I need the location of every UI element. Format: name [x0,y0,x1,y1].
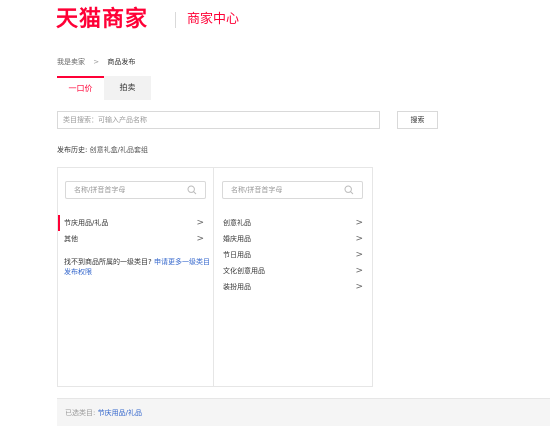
breadcrumb: 我是卖家 > 商品发布 [57,57,135,67]
category-item-costume-supplies[interactable]: 装扮用品 > [215,279,372,295]
breadcrumb-current: 商品发布 [107,58,136,66]
category-item-holiday-supplies[interactable]: 节日用品 > [215,247,372,263]
tab-auction[interactable]: 拍卖 [104,76,151,100]
selected-category-value: 节庆用品/礼品 [97,409,142,417]
category-item-label: 婚庆用品 [223,235,251,243]
publish-history-label: 发布历史: [57,146,88,154]
chevron-right-icon: > [355,218,363,228]
category-search-input[interactable]: 类目搜索：可输入产品名称 [57,111,380,129]
missing-category-text: 找不到商品所属的一级类目? [64,258,152,266]
tmall-merchant-logo[interactable]: 天猫商家 [56,6,148,34]
category-item-label: 节日用品 [223,251,251,259]
category-item-festive-gifts[interactable]: 节庆用品/礼品 > [58,215,213,231]
missing-category-hint: 找不到商品所属的一级类目? 申请更多一级类目发布权限 [64,257,212,277]
publish-type-tabs: 一口价 拍卖 [57,76,151,100]
search-icon [344,185,354,195]
category-item-wedding-supplies[interactable]: 婚庆用品 > [215,231,372,247]
chevron-right-icon: > [196,218,204,228]
level2-category-list: 创意礼品 > 婚庆用品 > 节日用品 > 文化创意用品 > 装扮用品 > [215,215,372,295]
level2-filter-placeholder: 名称/拼音首字母 [231,186,283,194]
breadcrumb-separator-icon: > [93,58,100,66]
selected-category-bar: 已选类目: 节庆用品/礼品 [57,398,550,426]
category-level1-column: 名称/拼音首字母 节庆用品/礼品 > 其他 > 找不到商品所属的一级类目? 申请… [58,168,214,386]
category-item-label: 装扮用品 [223,283,251,291]
level1-filter-input[interactable]: 名称/拼音首字母 [65,181,206,199]
header-divider [175,12,176,28]
publish-history-link[interactable]: 创意礼盒/礼品套组 [90,146,148,154]
chevron-right-icon: > [355,266,363,276]
search-button[interactable]: 搜索 [397,111,438,129]
level1-filter-placeholder: 名称/拼音首字母 [74,186,126,194]
tab-fixed-price[interactable]: 一口价 [57,76,104,100]
chevron-right-icon: > [355,250,363,260]
category-item-creative-gifts[interactable]: 创意礼品 > [215,215,372,231]
chevron-right-icon: > [355,234,363,244]
category-item-label: 创意礼品 [223,219,251,227]
category-selector-panel: 名称/拼音首字母 节庆用品/礼品 > 其他 > 找不到商品所属的一级类目? 申请… [57,167,373,387]
category-level2-column: 名称/拼音首字母 创意礼品 > 婚庆用品 > 节日用品 > 文化创意用品 > 装… [215,168,372,386]
search-icon [187,185,197,195]
category-item-label: 节庆用品/礼品 [64,219,109,227]
merchant-center-title[interactable]: 商家中心 [187,10,239,30]
category-item-other[interactable]: 其他 > [58,231,213,247]
level2-filter-input[interactable]: 名称/拼音首字母 [222,181,363,199]
publish-history: 发布历史: 创意礼盒/礼品套组 [57,145,148,155]
selected-category-label: 已选类目: [65,409,96,417]
category-item-label: 其他 [64,235,78,243]
category-item-label: 文化创意用品 [223,267,265,275]
breadcrumb-root-link[interactable]: 我是卖家 [57,58,85,66]
level1-category-list: 节庆用品/礼品 > 其他 > [58,215,213,247]
chevron-right-icon: > [196,234,204,244]
chevron-right-icon: > [355,282,363,292]
category-item-cultural-creative[interactable]: 文化创意用品 > [215,263,372,279]
